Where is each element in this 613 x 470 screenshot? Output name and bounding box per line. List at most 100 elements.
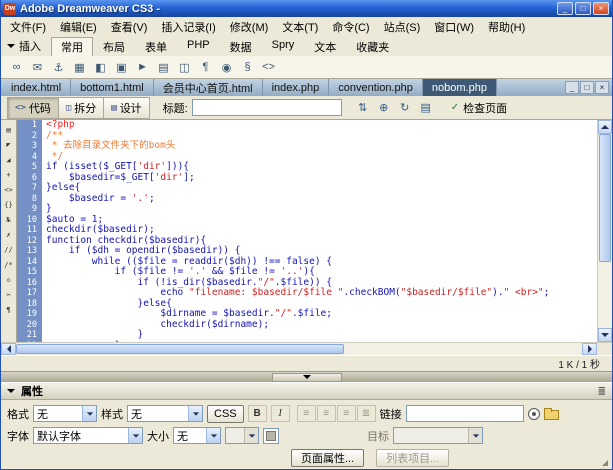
page-properties-button[interactable]: 页面属性... — [291, 449, 364, 467]
title-input[interactable] — [192, 99, 342, 116]
minimize-button[interactable]: _ — [557, 2, 573, 15]
insert-tab[interactable]: 文本 — [304, 37, 346, 56]
line-numbers-icon[interactable]: № — [2, 213, 16, 226]
insert-div-icon[interactable]: ◧ — [91, 58, 110, 76]
doc-tab[interactable]: bottom1.html — [71, 79, 154, 96]
menu-item[interactable]: 窗口(W) — [427, 17, 481, 37]
table-icon[interactable]: ▦ — [70, 58, 89, 76]
properties-header[interactable]: 属性 ≣ — [1, 383, 612, 400]
server-include-icon[interactable]: ◫ — [175, 58, 194, 76]
code-view-button[interactable]: <>代码 — [7, 97, 59, 119]
horizontal-scroll-track[interactable] — [16, 343, 582, 355]
balance-braces-icon[interactable]: {} — [2, 198, 16, 211]
insert-tab[interactable]: 表单 — [135, 37, 177, 56]
comment-icon[interactable]: ¶ — [196, 58, 215, 76]
scroll-left-button[interactable] — [1, 343, 16, 355]
text-color-picker[interactable] — [263, 428, 279, 444]
maximize-button[interactable]: □ — [575, 2, 591, 15]
apply-comment-icon[interactable]: // — [2, 243, 16, 256]
check-page-button[interactable]: ✓ 检查页面 — [445, 98, 513, 118]
insert-bar-menu[interactable]: 插入 — [5, 38, 51, 56]
scroll-up-button[interactable] — [598, 120, 612, 134]
tag-chooser-icon[interactable]: <> — [259, 58, 278, 76]
menu-item[interactable]: 查看(V) — [104, 17, 155, 37]
head-icon[interactable]: ◉ — [217, 58, 236, 76]
scroll-down-button[interactable] — [598, 328, 612, 342]
insert-tab[interactable]: 布局 — [93, 37, 135, 56]
insert-tab[interactable]: PHP — [177, 37, 220, 56]
split-view-button[interactable]: ◫拆分 — [58, 97, 104, 119]
panel-menu-icon[interactable]: ≣ — [598, 386, 606, 397]
align-left-icon[interactable]: ≡ — [297, 405, 316, 422]
menu-item[interactable]: 站点(S) — [377, 17, 428, 37]
email-link-icon[interactable]: ✉ — [28, 58, 47, 76]
file-management-icon[interactable]: ⇅ — [354, 99, 372, 117]
vertical-scroll-thumb[interactable] — [599, 134, 611, 262]
expand-all-icon[interactable]: + — [2, 168, 16, 181]
horizontal-scrollbar[interactable] — [1, 342, 612, 355]
named-anchor-icon[interactable]: ⚓ — [49, 58, 68, 76]
browse-folder-icon[interactable] — [544, 410, 559, 420]
wrap-tag-icon[interactable]: ◇ — [2, 273, 16, 286]
menu-item[interactable]: 修改(M) — [223, 17, 276, 37]
size-unit-select[interactable] — [225, 427, 259, 444]
menu-item[interactable]: 插入记录(I) — [154, 17, 222, 37]
panel-expander-icon[interactable] — [602, 460, 608, 466]
target-select[interactable] — [393, 427, 483, 444]
date-icon[interactable]: ▤ — [154, 58, 173, 76]
highlight-invalid-icon[interactable]: ✗ — [2, 228, 16, 241]
collapse-full-tag-icon[interactable]: ◤ — [2, 138, 16, 151]
menu-item[interactable]: 编辑(E) — [53, 17, 104, 37]
insert-tab[interactable]: Spry — [262, 37, 305, 56]
image-icon[interactable]: ▣ — [112, 58, 131, 76]
insert-tab[interactable]: 数据 — [220, 37, 262, 56]
doc-close-icon[interactable]: × — [595, 81, 609, 94]
code-area[interactable]: 1<?php2/**3 * 去除目录文件夹下的bom头4 */5if (isse… — [17, 120, 597, 342]
align-right-icon[interactable]: ≡ — [337, 405, 356, 422]
preview-browser-icon[interactable]: ⊕ — [375, 99, 393, 117]
media-icon[interactable]: ► — [133, 58, 152, 76]
doc-restore-icon[interactable]: □ — [580, 81, 594, 94]
bold-button[interactable]: B — [248, 405, 267, 422]
link-input[interactable] — [406, 405, 524, 422]
align-center-icon[interactable]: ≡ — [317, 405, 336, 422]
horizontal-scroll-thumb[interactable] — [16, 344, 344, 354]
open-documents-icon[interactable]: ▤ — [2, 123, 16, 136]
close-button[interactable]: × — [593, 2, 609, 15]
menu-item[interactable]: 文件(F) — [3, 17, 53, 37]
vertical-scroll-track[interactable] — [598, 134, 612, 328]
select-parent-tag-icon[interactable]: <> — [2, 183, 16, 196]
format-source-icon[interactable]: ¶ — [2, 303, 16, 316]
vertical-scrollbar[interactable] — [597, 120, 612, 342]
doc-tab[interactable]: 会员中心首页.html — [154, 79, 263, 96]
script-icon[interactable]: § — [238, 58, 257, 76]
scroll-right-button[interactable] — [582, 343, 597, 355]
menu-item[interactable]: 命令(C) — [325, 17, 376, 37]
menu-item[interactable]: 文本(T) — [275, 17, 325, 37]
format-select[interactable]: 无 — [33, 405, 97, 422]
panel-splitter[interactable] — [1, 371, 612, 382]
size-select[interactable]: 无 — [173, 427, 221, 444]
doc-tab[interactable]: index.html — [2, 79, 71, 96]
menu-item[interactable]: 帮助(H) — [481, 17, 532, 37]
collapse-selection-icon[interactable]: ◢ — [2, 153, 16, 166]
recent-snippets-icon[interactable]: ✂ — [2, 288, 16, 301]
splitter-grip[interactable] — [272, 373, 342, 382]
remove-comment-icon[interactable]: /* — [2, 258, 16, 271]
view-options-icon[interactable]: ▤ — [417, 99, 435, 117]
list-items-button[interactable]: 列表项目... — [376, 449, 449, 467]
css-button[interactable]: CSS — [207, 405, 244, 423]
doc-minimize-icon[interactable]: _ — [565, 81, 579, 94]
point-to-file-icon[interactable] — [528, 408, 540, 420]
align-justify-icon[interactable]: ≣ — [357, 405, 376, 422]
doc-tab[interactable]: nobom.php — [423, 79, 497, 96]
doc-tab[interactable]: index.php — [263, 79, 330, 96]
doc-tab[interactable]: convention.php — [329, 79, 423, 96]
italic-button[interactable]: I — [271, 405, 290, 422]
style-select[interactable]: 无 — [127, 405, 203, 422]
insert-tab[interactable]: 收藏夹 — [346, 37, 399, 56]
font-select[interactable]: 默认字体 — [33, 427, 143, 444]
refresh-icon[interactable]: ↻ — [396, 99, 414, 117]
design-view-button[interactable]: ▤设计 — [103, 97, 149, 119]
insert-tab[interactable]: 常用 — [51, 37, 93, 56]
